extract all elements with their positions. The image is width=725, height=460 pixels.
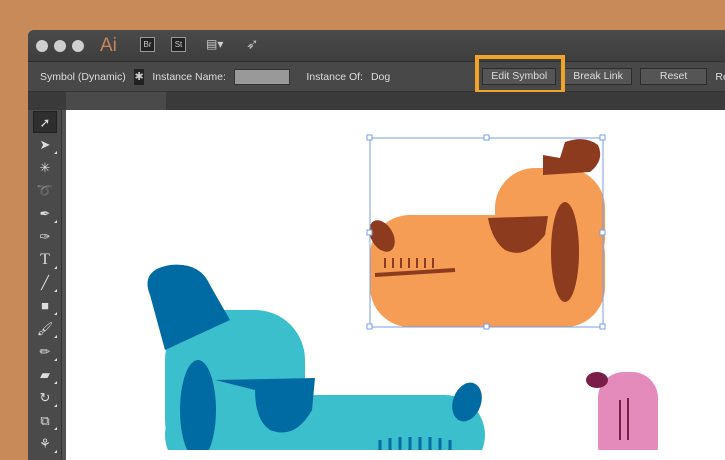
instance-of-label: Instance Of: — [306, 70, 363, 83]
paintbrush-tool-icon[interactable]: 🖌 — [33, 318, 57, 340]
selection-tool-icon[interactable]: ➚ — [33, 111, 57, 133]
document-tab-strip — [28, 92, 725, 110]
eraser-tool-icon[interactable]: ▰ — [33, 364, 57, 386]
pen-tool-icon[interactable]: ✒ — [33, 203, 57, 225]
direct-selection-tool-icon[interactable]: ➤ — [33, 134, 57, 156]
break-link-button[interactable]: Break Link — [564, 68, 632, 85]
bridge-button[interactable]: Br — [140, 37, 155, 52]
type-tool-icon[interactable]: T — [33, 249, 57, 271]
symbol-icon[interactable]: ✱ — [133, 68, 145, 85]
curvature-tool-icon[interactable]: ✑ — [33, 226, 57, 248]
artwork — [147, 134, 658, 450]
zoom-button[interactable] — [72, 40, 84, 52]
app-logo: Ai — [100, 35, 117, 56]
replace-label[interactable]: Replac — [715, 71, 725, 83]
reset-button[interactable]: Reset — [639, 68, 708, 85]
warp-tool-icon[interactable]: ⚘ — [33, 433, 57, 455]
object-type-label: Symbol (Dynamic) — [40, 70, 126, 83]
rectangle-tool-icon[interactable]: ■ — [33, 295, 57, 317]
control-bar: Symbol (Dynamic) ✱ Instance Name: Instan… — [28, 62, 725, 92]
lasso-tool-icon[interactable]: ➰ — [33, 180, 57, 202]
minimize-button[interactable] — [54, 40, 66, 52]
rotate-tool-icon[interactable]: ↻ — [33, 387, 57, 409]
edit-symbol-highlight — [475, 55, 565, 94]
close-button[interactable] — [36, 40, 48, 52]
stock-button[interactable]: St — [171, 37, 186, 52]
arrange-documents-icon[interactable]: ▤▾ — [206, 37, 230, 51]
title-bar: Ai Br St ▤▾ ➶ — [28, 30, 725, 62]
scale-tool-icon[interactable]: ⧉ — [33, 410, 57, 432]
magic-wand-tool-icon[interactable]: ✳ — [33, 157, 57, 179]
artboard[interactable] — [66, 110, 725, 460]
pencil-tool-icon[interactable]: ✏ — [33, 341, 57, 363]
instance-name-label: Instance Name: — [152, 70, 226, 83]
tools-panel: ➚ ➤ ✳ ➰ ✒ ✑ T ╱ ■ 🖌 ✏ ▰ ↻ ⧉ ⚘ — [28, 110, 62, 460]
gpu-rocket-icon[interactable]: ➶ — [246, 35, 259, 53]
document-tab[interactable] — [66, 92, 166, 110]
pink-dog[interactable] — [586, 372, 658, 450]
line-tool-icon[interactable]: ╱ — [33, 272, 57, 294]
instance-name-input[interactable] — [233, 68, 291, 85]
orange-dog-symbol[interactable] — [364, 134, 606, 330]
instance-of-value[interactable]: Dog — [371, 71, 390, 83]
illustrator-window: Ai Br St ▤▾ ➶ Symbol (Dynamic) ✱ Instanc… — [28, 30, 725, 460]
